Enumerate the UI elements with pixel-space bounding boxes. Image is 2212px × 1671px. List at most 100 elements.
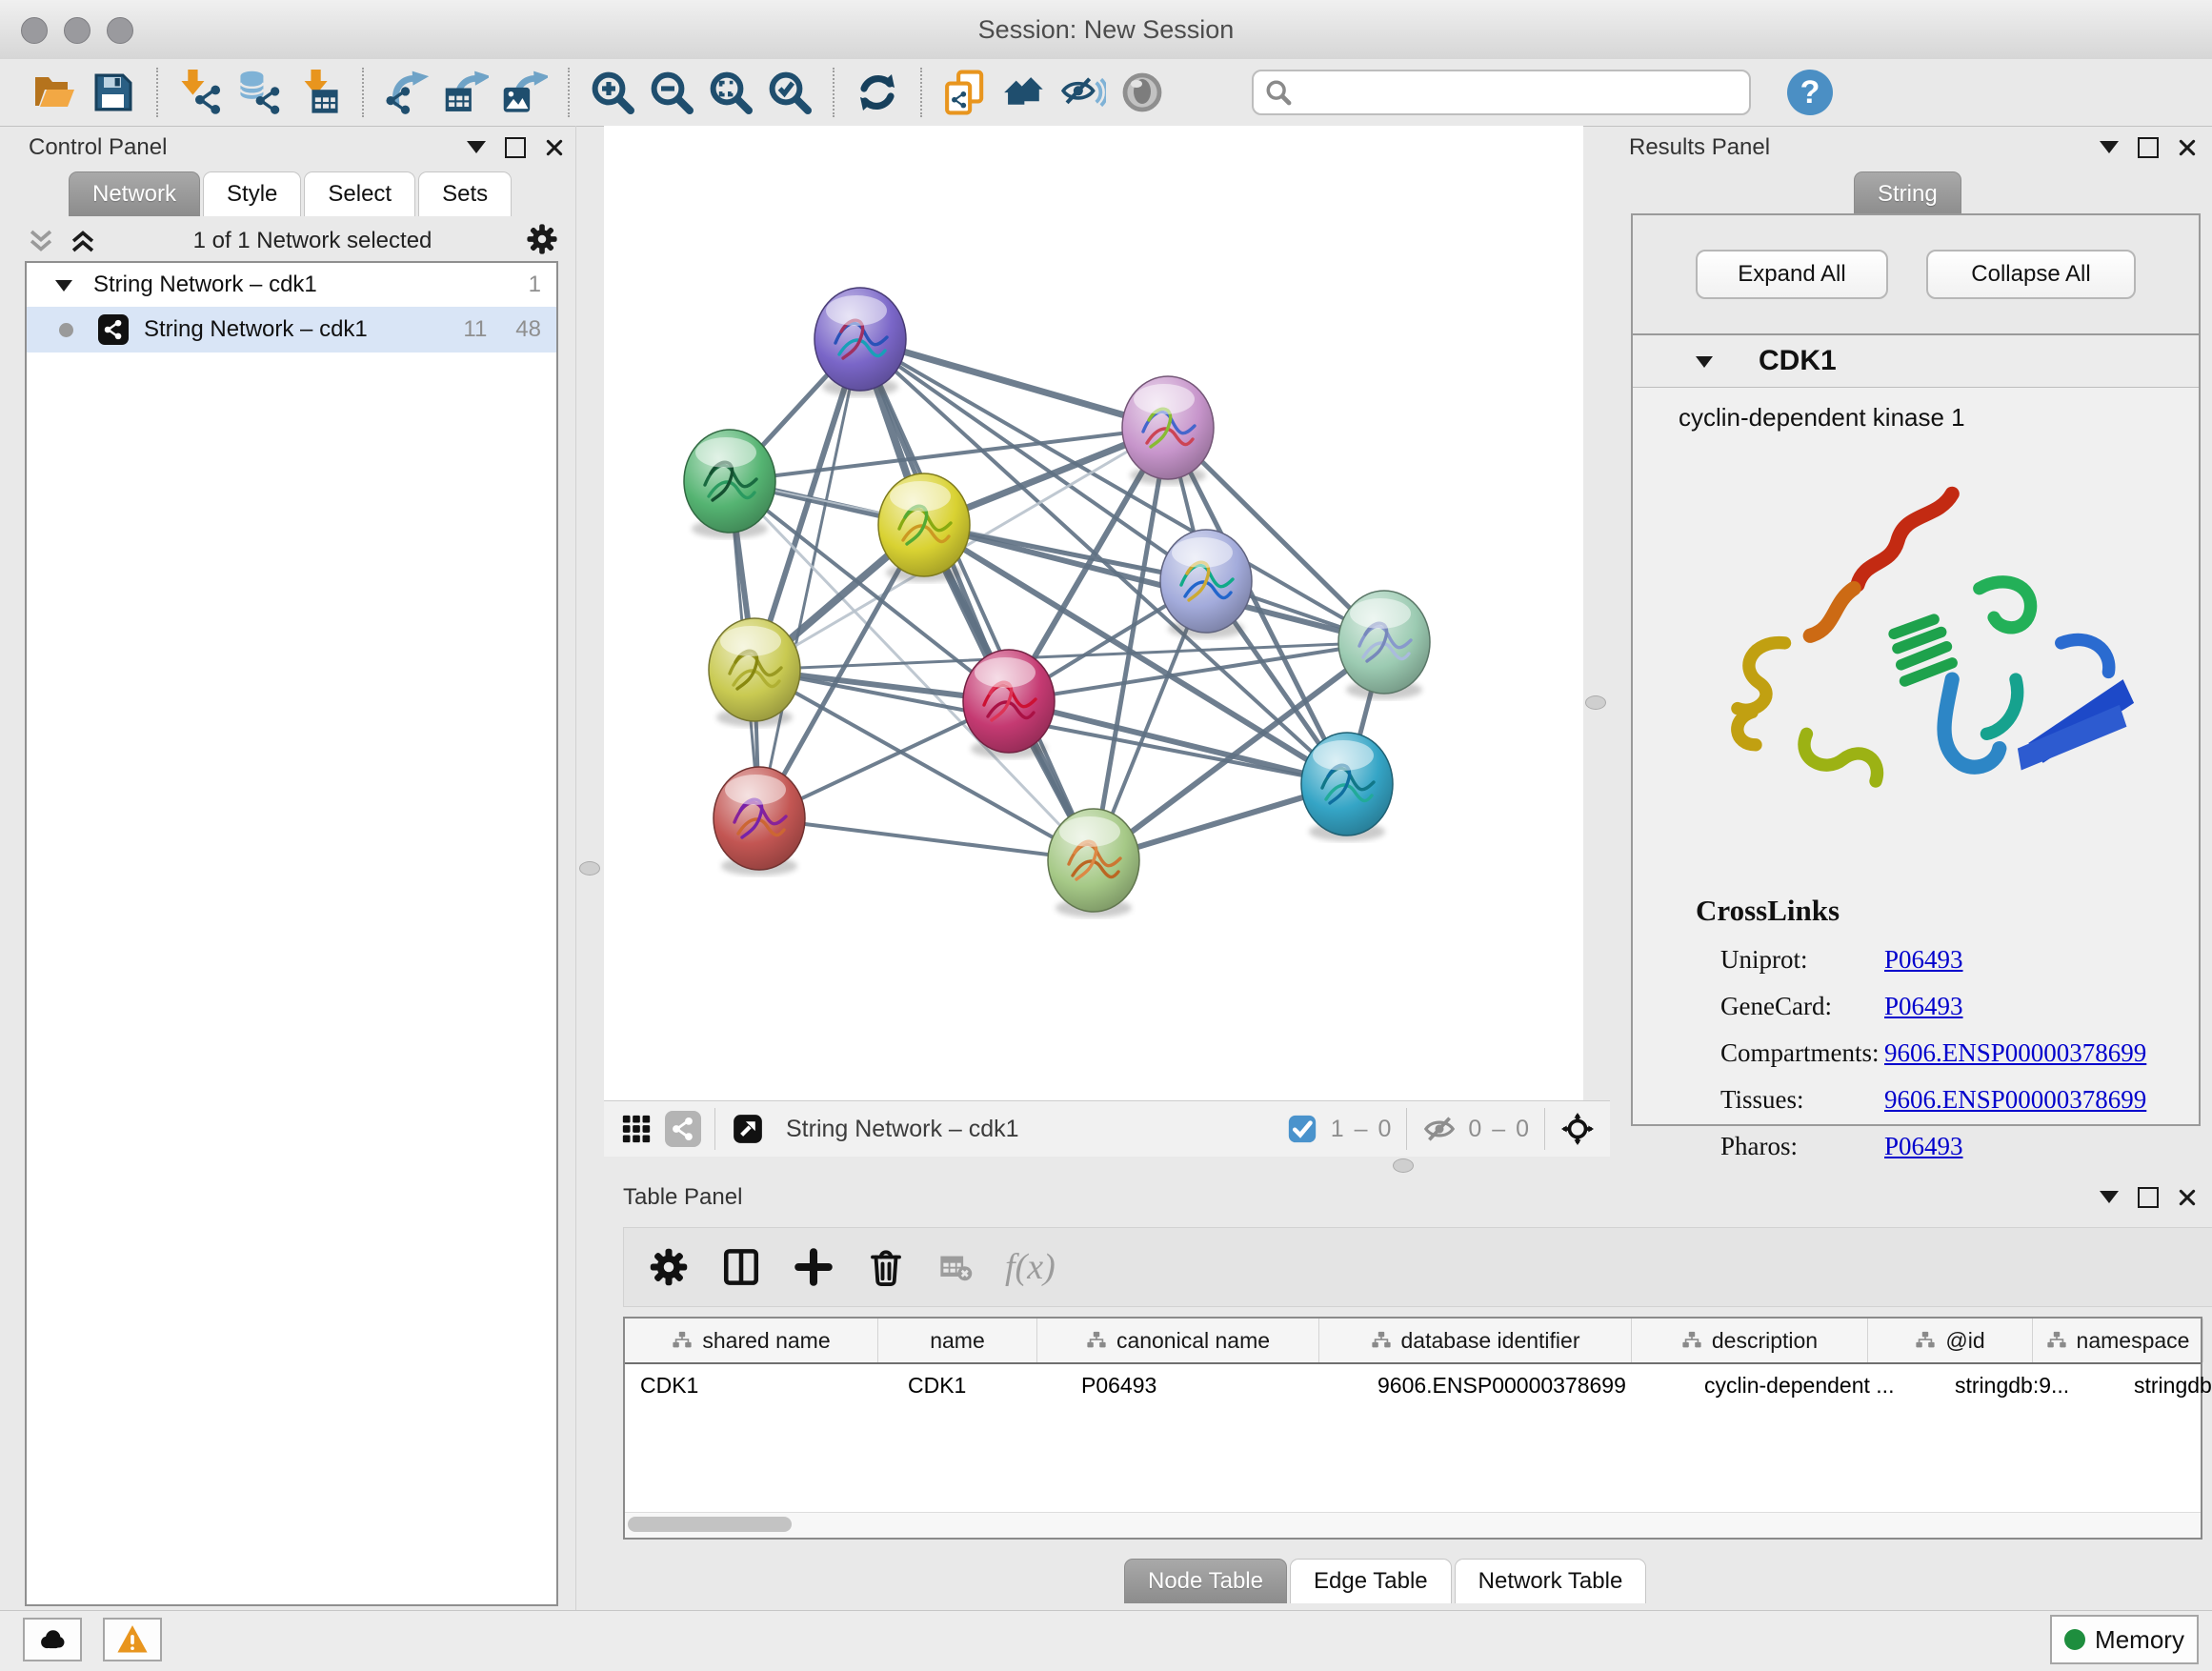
column-header-database-identifier[interactable]: database identifier — [1319, 1319, 1632, 1362]
tab-network[interactable]: Network — [69, 171, 200, 216]
zoom-in-icon[interactable] — [583, 65, 642, 120]
import-network-database-icon[interactable] — [231, 65, 290, 120]
search-input[interactable] — [1299, 78, 1738, 107]
column-header-name[interactable]: name — [878, 1319, 1037, 1362]
show-columns-icon[interactable] — [721, 1247, 761, 1287]
table-cell[interactable]: cyclin-dependent ... — [1689, 1364, 1940, 1406]
import-table-file-icon[interactable] — [290, 65, 349, 120]
zoom-out-icon[interactable] — [642, 65, 701, 120]
warnings-button[interactable] — [103, 1618, 162, 1661]
float-panel-icon[interactable] — [2100, 141, 2119, 163]
collapse-all-button[interactable]: Collapse All — [1926, 250, 2136, 299]
apply-layout-icon[interactable] — [848, 65, 907, 120]
close-panel-icon[interactable] — [2178, 1188, 2197, 1207]
network-node-CDKN1A[interactable] — [1301, 733, 1393, 841]
open-session-icon[interactable] — [25, 65, 84, 120]
export-table-icon[interactable] — [436, 65, 495, 120]
zoom-fit-icon[interactable] — [701, 65, 760, 120]
expand-all-icon[interactable] — [67, 229, 99, 253]
network-view-share-icon[interactable] — [665, 1111, 701, 1147]
help-button[interactable]: ? — [1787, 70, 1833, 115]
hidden-eye-slash-icon[interactable] — [1420, 1110, 1458, 1148]
collection-expand-icon[interactable] — [55, 280, 72, 300]
table-row[interactable]: CDK1CDK1P064939606.ENSP00000378699cyclin… — [625, 1364, 2201, 1406]
crosslink-link[interactable]: P06493 — [1884, 945, 1963, 975]
scrollbar-thumb[interactable] — [628, 1517, 792, 1532]
maximize-panel-icon[interactable] — [505, 137, 526, 158]
function-builder-icon[interactable]: f(x) — [1005, 1246, 1056, 1288]
tab-string[interactable]: String — [1854, 171, 1961, 216]
tab-style[interactable]: Style — [203, 171, 301, 216]
network-node-CCNA1[interactable] — [1122, 376, 1214, 485]
table-cell[interactable]: stringdb — [2119, 1364, 2212, 1406]
close-panel-icon[interactable] — [2178, 138, 2197, 157]
horizontal-scrollbar[interactable] — [625, 1512, 2201, 1538]
network-edge-CCNB2-HIST1H1A[interactable] — [759, 339, 860, 818]
homes-icon[interactable] — [995, 65, 1054, 120]
network-row[interactable]: String Network – cdk1 11 48 — [27, 307, 556, 352]
network-edge-HIST1H1A-CCNE1[interactable] — [759, 818, 1094, 860]
search-box[interactable] — [1252, 70, 1751, 115]
detach-view-icon[interactable] — [729, 1110, 767, 1148]
tab-node-table[interactable]: Node Table — [1124, 1559, 1287, 1603]
network-node-CDK1[interactable] — [878, 473, 970, 582]
collapse-all-icon[interactable] — [25, 229, 57, 253]
network-canvas[interactable]: CCNB2CCNA1CDC25BCDK1CDC6RB1CCNB1CCNA2CDK… — [604, 126, 1583, 1100]
network-edge-CCNB2-CCNE1[interactable] — [860, 339, 1094, 860]
maximize-panel-icon[interactable] — [2138, 1187, 2159, 1208]
tab-network-table[interactable]: Network Table — [1455, 1559, 1647, 1603]
tab-select[interactable]: Select — [304, 171, 415, 216]
maximize-panel-icon[interactable] — [2138, 137, 2159, 158]
column-header-@id[interactable]: @id — [1868, 1319, 2033, 1362]
table-cell[interactable]: CDK1 — [893, 1364, 1066, 1406]
column-header-shared-name[interactable]: shared name — [625, 1319, 878, 1362]
network-node-HIST1H1A[interactable] — [714, 767, 805, 876]
column-header-description[interactable]: description — [1632, 1319, 1868, 1362]
network-node-CDC6[interactable] — [1160, 530, 1252, 638]
right-splitter-handle[interactable] — [1585, 695, 1606, 710]
crosslink-link[interactable]: 9606.ENSP00000378699 — [1884, 1038, 2146, 1068]
float-panel-icon[interactable] — [467, 141, 486, 163]
close-panel-icon[interactable] — [545, 138, 564, 157]
crosslink-link[interactable]: P06493 — [1884, 1132, 1963, 1161]
crosslink-link[interactable]: P06493 — [1884, 992, 1963, 1021]
save-session-icon[interactable] — [84, 65, 143, 120]
table-cell[interactable]: stringdb:9... — [1940, 1364, 2119, 1406]
network-node-CCNB2[interactable] — [814, 288, 906, 396]
zoom-selected-icon[interactable] — [760, 65, 819, 120]
column-header-namespace[interactable]: namespace — [2033, 1319, 2203, 1362]
selected-checkbox-icon[interactable] — [1283, 1110, 1321, 1148]
float-panel-icon[interactable] — [2100, 1191, 2119, 1213]
delete-table-icon[interactable] — [938, 1250, 973, 1284]
table-cell[interactable]: 9606.ENSP00000378699 — [1362, 1364, 1689, 1406]
horizontal-splitter-handle[interactable] — [1393, 1158, 1414, 1173]
network-collection-row[interactable]: String Network – cdk1 1 — [27, 263, 556, 307]
tab-sets[interactable]: Sets — [418, 171, 512, 216]
hide-graphics-icon[interactable] — [1054, 65, 1113, 120]
export-image-icon[interactable] — [495, 65, 554, 120]
memory-button[interactable]: Memory — [2050, 1615, 2199, 1664]
delete-column-icon[interactable] — [866, 1247, 906, 1287]
cloud-button[interactable] — [23, 1618, 82, 1661]
table-cell[interactable]: P06493 — [1066, 1364, 1362, 1406]
table-options-gear-icon[interactable] — [649, 1247, 689, 1287]
protein-header-row[interactable]: CDK1 — [1633, 335, 2199, 388]
collapse-section-icon[interactable] — [1696, 356, 1713, 376]
network-node-RB1[interactable] — [1338, 591, 1430, 699]
table-cell[interactable]: CDK1 — [625, 1364, 893, 1406]
tab-edge-table[interactable]: Edge Table — [1290, 1559, 1452, 1603]
network-options-gear-icon[interactable] — [526, 223, 558, 260]
add-column-icon[interactable] — [794, 1247, 834, 1287]
level-of-detail-icon[interactable] — [1113, 65, 1172, 120]
export-network-icon[interactable] — [377, 65, 436, 120]
network-node-CDC25B[interactable] — [684, 430, 775, 538]
network-node-CCNB1[interactable] — [709, 618, 800, 727]
network-node-CCNE1[interactable] — [1048, 809, 1139, 917]
column-header-canonical-name[interactable]: canonical name — [1037, 1319, 1319, 1362]
import-network-file-icon[interactable] — [171, 65, 231, 120]
expand-all-button[interactable]: Expand All — [1696, 250, 1888, 299]
duplicate-network-icon[interactable] — [935, 65, 995, 120]
grid-view-icon[interactable] — [617, 1110, 655, 1148]
left-splitter-handle[interactable] — [579, 861, 600, 876]
crosslink-link[interactable]: 9606.ENSP00000378699 — [1884, 1085, 2146, 1115]
